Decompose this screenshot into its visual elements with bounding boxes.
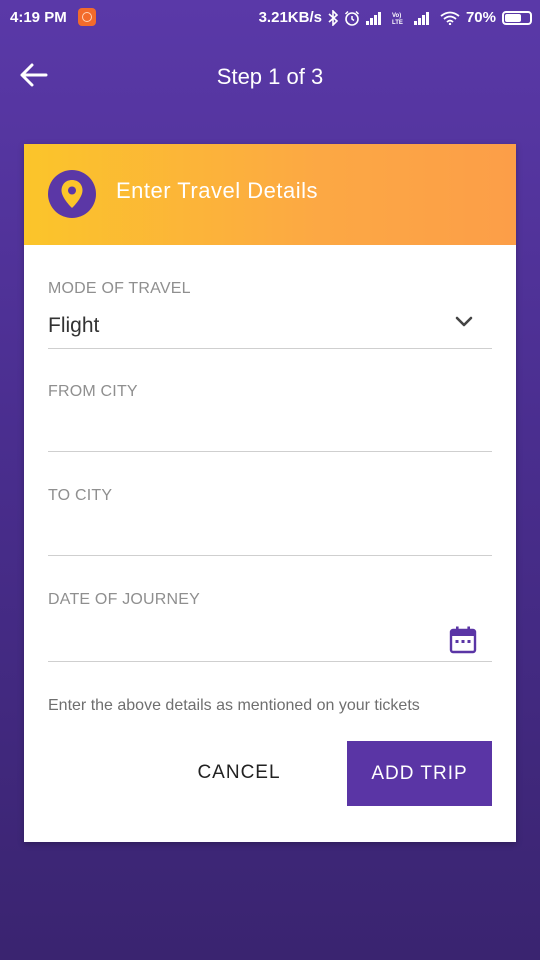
mode-of-travel-value[interactable]: Flight — [48, 314, 99, 338]
battery-percent: 70% — [465, 9, 496, 26]
travel-details-card: Enter Travel Details MODE OF TRAVEL Flig… — [24, 144, 516, 842]
calendar-icon[interactable] — [448, 625, 478, 655]
battery-icon — [502, 10, 532, 25]
date-of-journey-input[interactable] — [48, 621, 438, 651]
signal-icon — [365, 11, 386, 25]
date-of-journey-field[interactable]: DATE OF JOURNEY — [48, 591, 492, 662]
status-icons: 3.21KB/s Vo) LTE 70% — [259, 9, 532, 26]
mode-of-travel-label: MODE OF TRAVEL — [48, 280, 191, 297]
wifi-icon — [440, 11, 460, 25]
volte-icon: Vo) LTE — [392, 11, 408, 25]
chevron-down-icon[interactable] — [452, 310, 476, 334]
from-city-input[interactable] — [48, 413, 438, 443]
svg-text:LTE: LTE — [392, 20, 403, 25]
svg-text:Vo): Vo) — [392, 13, 401, 19]
to-city-label: TO CITY — [48, 487, 113, 504]
to-city-field[interactable]: TO CITY — [48, 487, 492, 556]
from-city-label: FROM CITY — [48, 383, 138, 400]
status-bar: 4:19 PM 3.21KB/s Vo) LTE 70% — [0, 0, 540, 36]
cancel-button[interactable]: CANCEL — [174, 741, 304, 805]
app-notification-icon — [78, 8, 96, 26]
date-of-journey-label: DATE OF JOURNEY — [48, 591, 201, 608]
alarm-icon — [344, 10, 360, 26]
status-time: 4:19 PM — [10, 9, 67, 26]
network-speed: 3.21KB/s — [258, 9, 322, 26]
card-header-title: Enter Travel Details — [116, 178, 318, 203]
bluetooth-icon — [328, 9, 338, 26]
from-city-field[interactable]: FROM CITY — [48, 383, 492, 452]
card-header: Enter Travel Details — [24, 144, 516, 245]
app-bar: Step 1 of 3 — [0, 44, 540, 110]
to-city-input[interactable] — [48, 517, 438, 547]
hint-text: Enter the above details as mentioned on … — [48, 697, 420, 714]
signal-icon-2 — [413, 11, 434, 25]
page-title: Step 1 of 3 — [216, 64, 324, 89]
location-pin-icon — [48, 170, 96, 218]
mode-of-travel-field[interactable]: MODE OF TRAVEL Flight — [48, 280, 492, 349]
add-trip-button[interactable]: ADD TRIP — [347, 741, 492, 806]
battery-level-fill — [505, 13, 522, 22]
